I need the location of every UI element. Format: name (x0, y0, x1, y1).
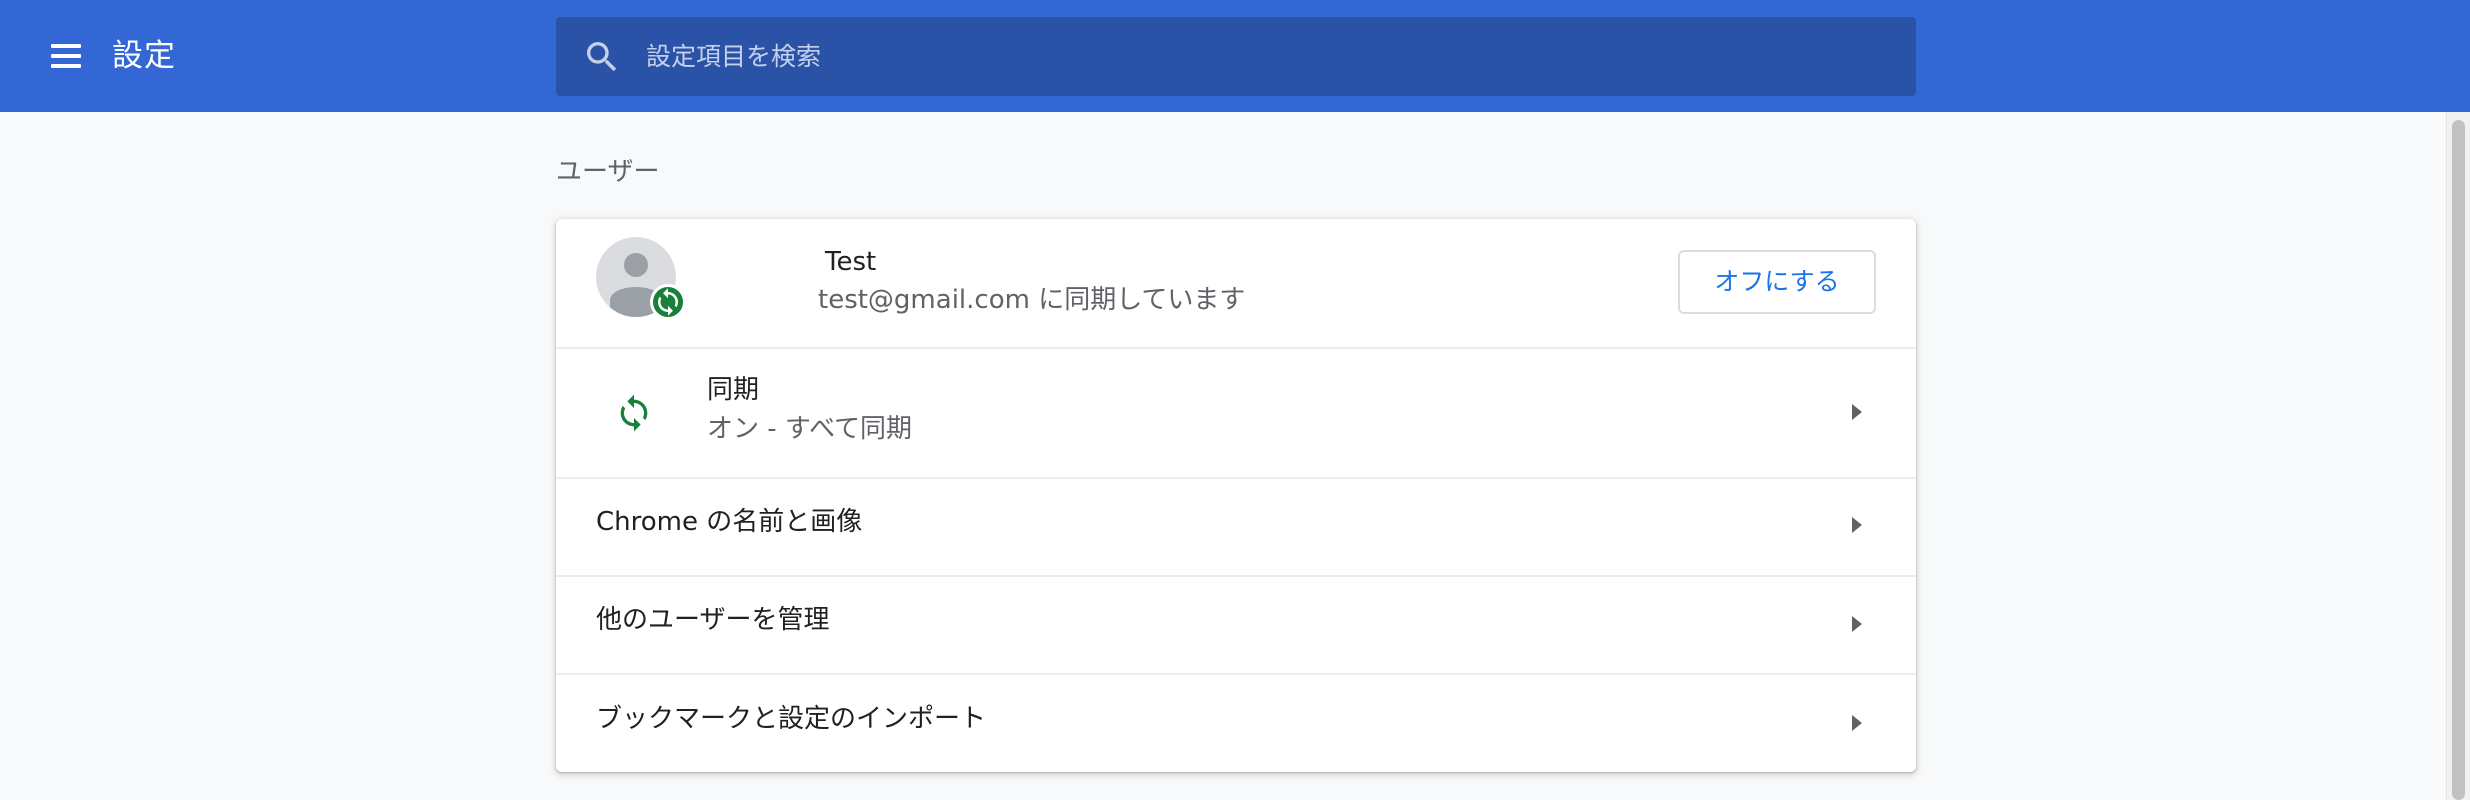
account-row: Test test@gmail.com に同期しています オフにする (556, 219, 1916, 347)
chevron-right-icon (1852, 517, 1862, 533)
chrome-name-image-label: Chrome の名前と画像 (596, 507, 863, 537)
manage-other-people-row[interactable]: 他のユーザーを管理 (556, 575, 1916, 673)
chrome-name-image-row[interactable]: Chrome の名前と画像 (556, 477, 1916, 575)
section-title-people: ユーザー (556, 157, 660, 187)
page-title: 設定 (112, 38, 176, 74)
chevron-right-icon (1852, 616, 1862, 632)
hamburger-menu-icon[interactable] (46, 36, 88, 78)
settings-toolbar: 設定 (0, 0, 2470, 112)
sync-subtitle: オン - すべて同期 (707, 414, 913, 444)
import-bookmarks-label: ブックマークと設定のインポート (596, 704, 987, 734)
manage-other-people-label: 他のユーザーを管理 (596, 605, 830, 635)
search-box[interactable] (556, 17, 1916, 96)
scrollbar-thumb[interactable] (2452, 120, 2465, 800)
people-card: Test test@gmail.com に同期しています オフにする 同期 オン… (556, 219, 1916, 772)
chevron-right-icon (1852, 404, 1862, 420)
chevron-right-icon (1852, 715, 1862, 731)
sync-row[interactable]: 同期 オン - すべて同期 (556, 347, 1916, 477)
sync-title: 同期 (707, 375, 760, 405)
account-sync-status: test@gmail.com に同期しています (818, 285, 1246, 315)
account-name: Test (825, 247, 877, 277)
scrollbar[interactable] (2446, 112, 2470, 800)
search-input[interactable] (646, 17, 1886, 96)
turn-off-sync-button[interactable]: オフにする (1678, 250, 1876, 314)
sync-badge-icon (650, 284, 686, 320)
sync-icon (620, 394, 648, 432)
search-icon[interactable] (582, 37, 622, 77)
import-bookmarks-row[interactable]: ブックマークと設定のインポート (556, 673, 1916, 772)
